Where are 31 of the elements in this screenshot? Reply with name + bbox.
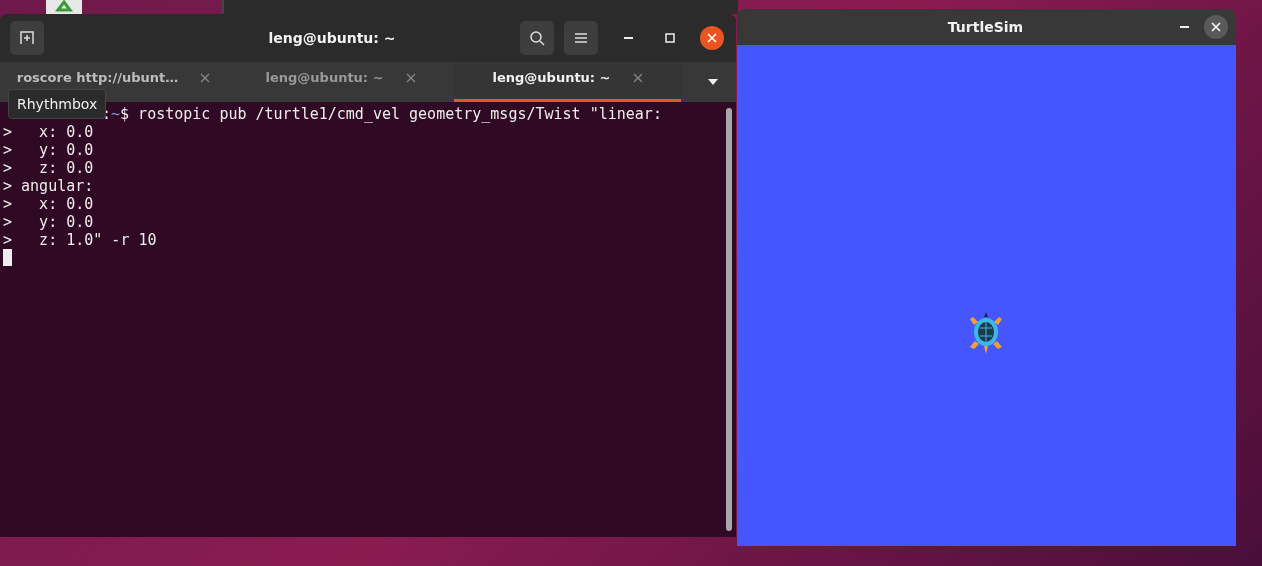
text-cursor <box>3 249 12 266</box>
new-tab-icon <box>19 30 35 46</box>
prompt-path: ~ <box>111 105 121 123</box>
output-line: > x: 0.0 <box>3 195 94 213</box>
output-line: > z: 1.0" -r 10 <box>3 231 157 249</box>
minimize-icon <box>623 37 633 39</box>
close-icon <box>707 33 717 43</box>
search-icon <box>529 30 545 46</box>
menu-button[interactable] <box>564 21 598 55</box>
output-line: > angular: <box>3 177 94 195</box>
output-line: > y: 0.0 <box>3 141 94 159</box>
close-icon <box>1211 22 1221 32</box>
turtle-icon <box>969 311 1003 355</box>
tab-close-icon[interactable] <box>405 72 416 83</box>
close-button[interactable] <box>700 26 724 50</box>
output-line: > z: 0.0 <box>3 159 94 177</box>
output-line: > y: 0.0 <box>3 213 94 231</box>
window-title: TurtleSim <box>946 19 1025 35</box>
window-title: leng@ubuntu: ~ <box>267 30 397 46</box>
tab-close-icon[interactable] <box>200 72 211 83</box>
menu-icon <box>574 32 588 44</box>
tab[interactable]: leng@ubuntu: ~ <box>227 62 454 102</box>
maximize-icon <box>664 32 676 44</box>
scrollbar-thumb[interactable] <box>726 108 732 531</box>
minimize-icon <box>1179 26 1189 28</box>
output-line: > x: 0.0 <box>3 123 94 141</box>
tab-close-icon[interactable] <box>632 72 643 83</box>
new-tab-button[interactable] <box>10 21 44 55</box>
command-text: $ rostopic pub /turtle1/cmd_vel geometry_msgs/Twist "linear: <box>120 105 662 123</box>
close-button[interactable] <box>1204 15 1228 39</box>
search-button[interactable] <box>520 21 554 55</box>
